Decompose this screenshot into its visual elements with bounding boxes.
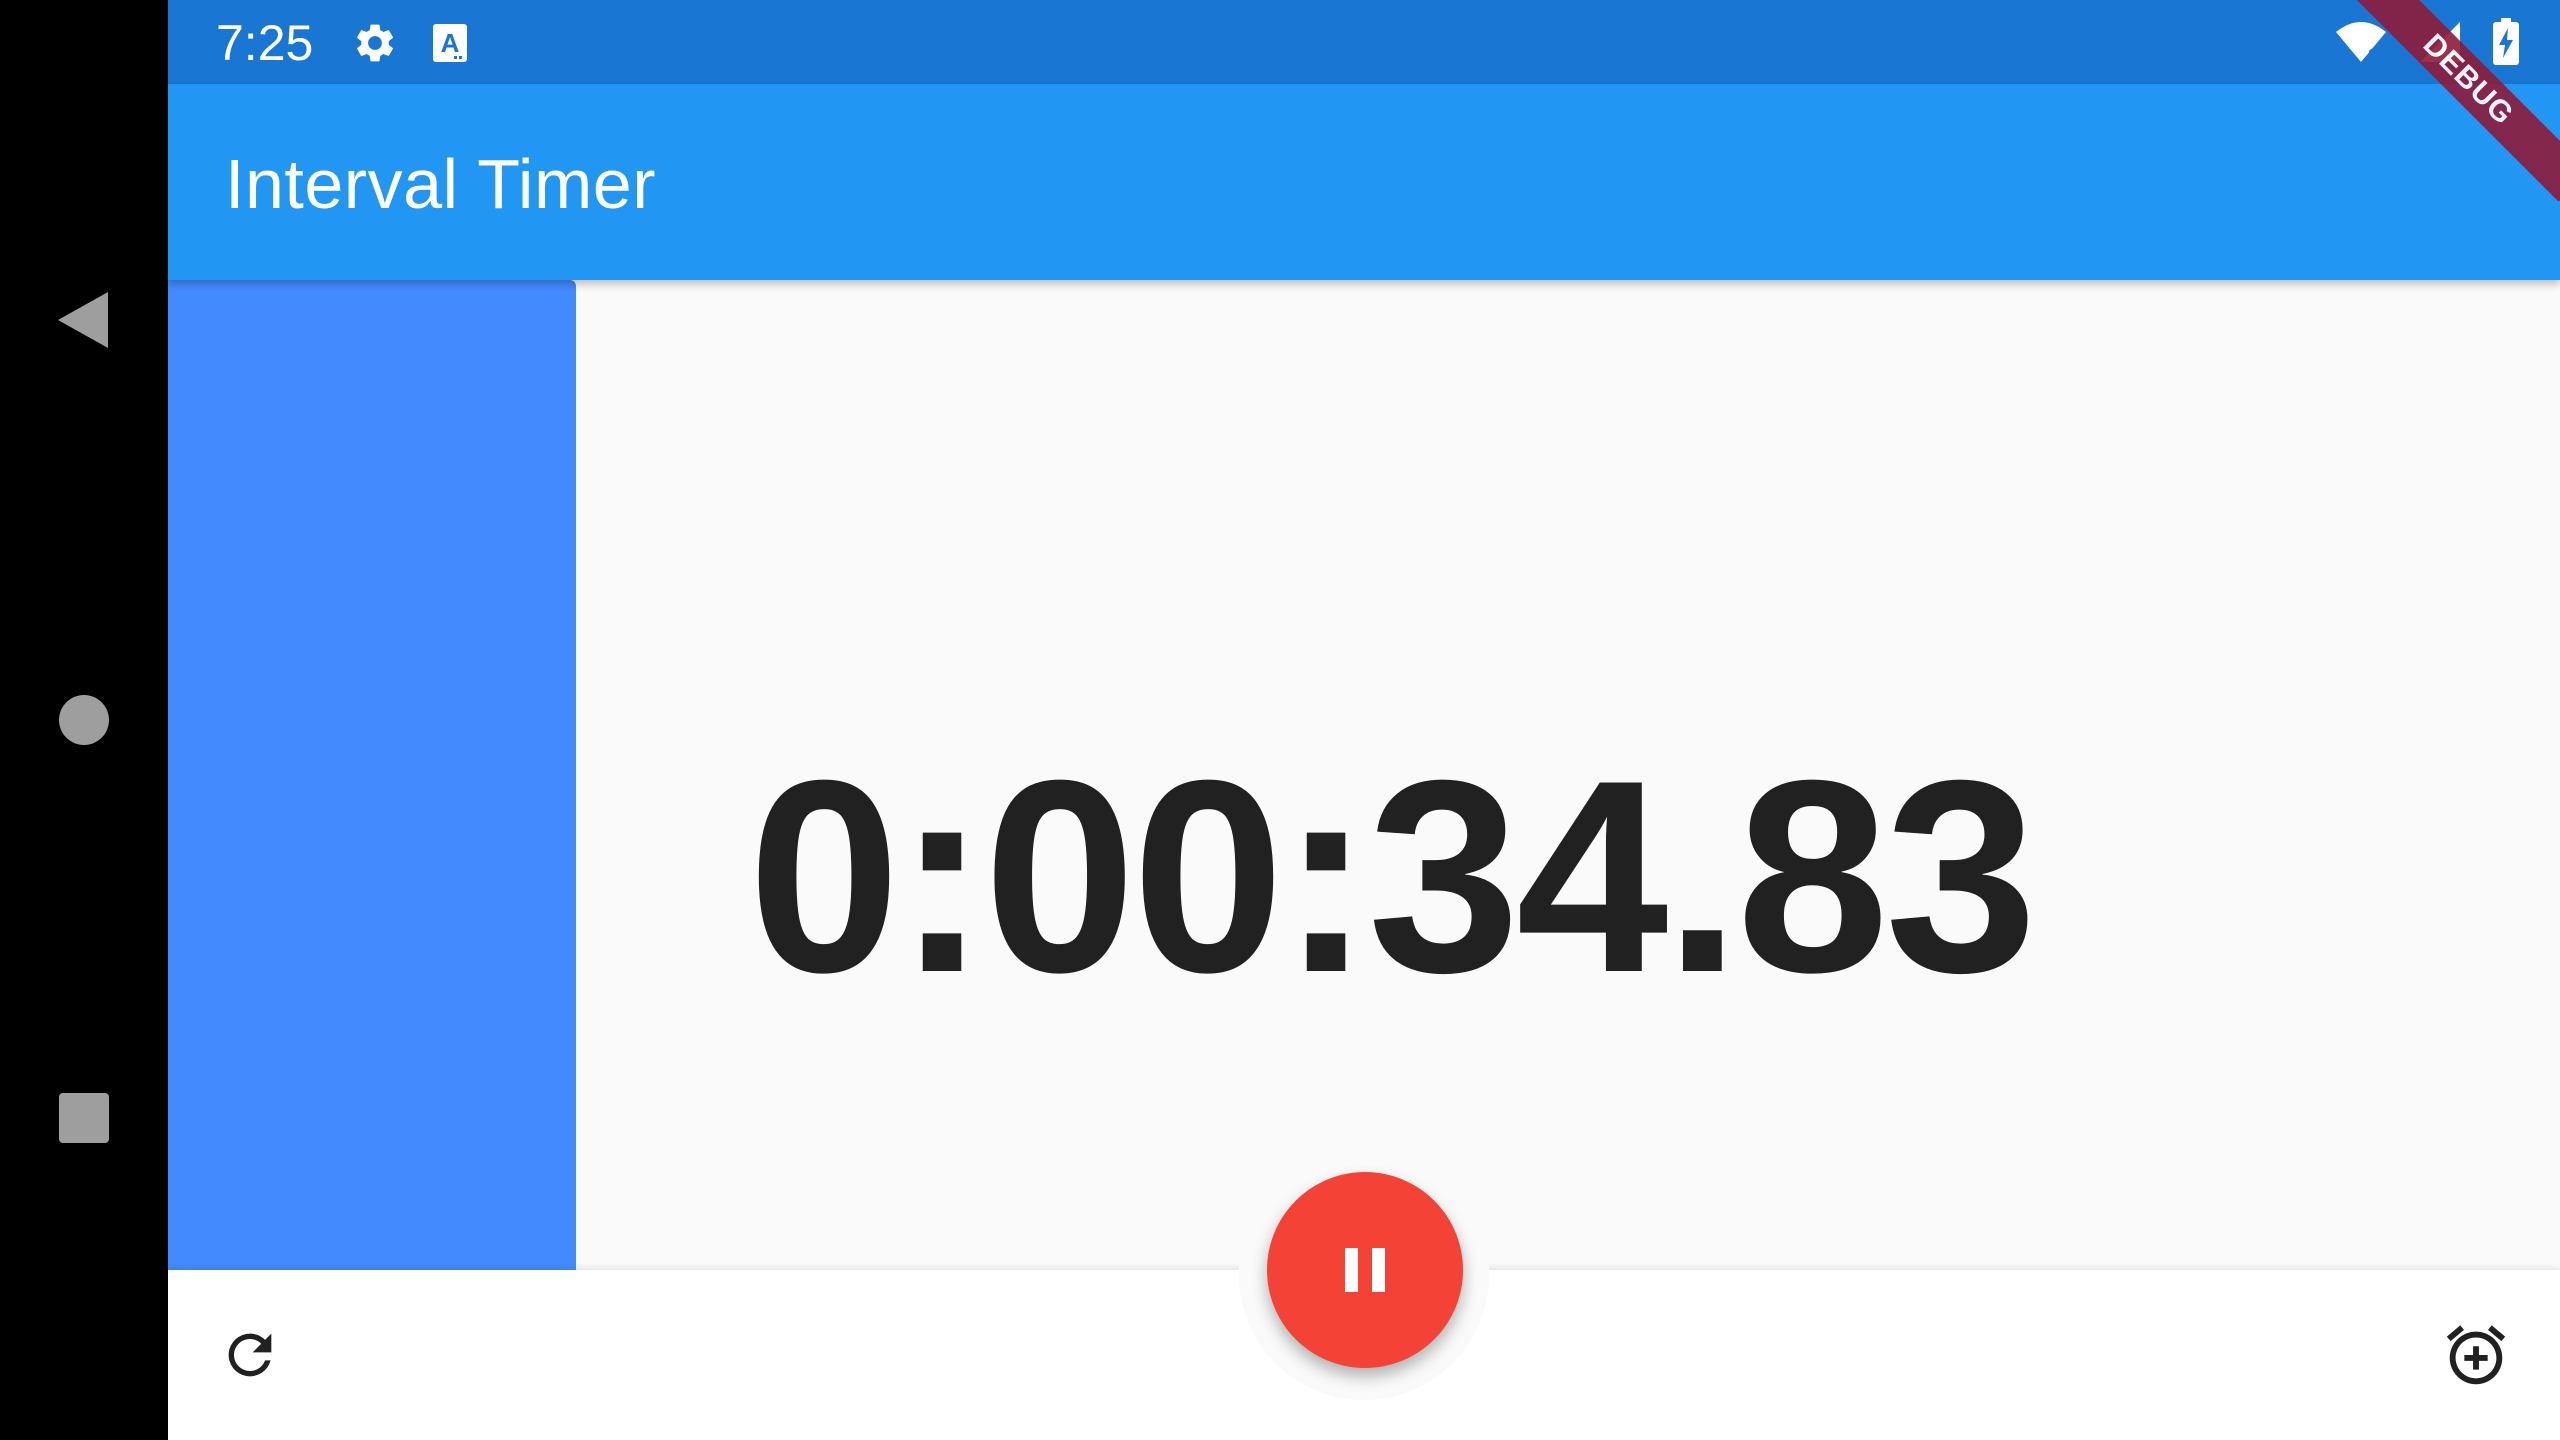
system-nav-bar: [0, 0, 168, 1440]
pause-icon: [1345, 1248, 1385, 1292]
app-title: Interval Timer: [225, 145, 656, 223]
keyboard-a-icon: A: [433, 24, 467, 62]
svg-text:A: A: [441, 28, 460, 58]
reset-icon: [228, 1333, 272, 1377]
nav-home-button[interactable]: [44, 680, 124, 760]
nav-back-button[interactable]: [44, 280, 124, 360]
wifi-icon: [2336, 22, 2386, 62]
recents-icon: [59, 1093, 109, 1143]
add-alarm-button[interactable]: [2436, 1315, 2516, 1395]
app-bar: Interval Timer: [168, 84, 2560, 280]
timer-display: 0:00:34.83: [748, 724, 2037, 1030]
device-screen: 7:25 A Interval Timer 0:00:34.83 DEBUG: [0, 0, 2560, 1440]
reset-button[interactable]: [210, 1315, 290, 1395]
back-icon: [58, 292, 108, 348]
app-window: 7:25 A Interval Timer 0:00:34.83 DEBUG: [168, 0, 2560, 1440]
interval-progress-panel: [168, 280, 576, 1270]
home-icon: [59, 695, 109, 745]
battery-charging-icon: [2493, 18, 2519, 65]
settings-icon: [357, 24, 393, 62]
nav-recents-button[interactable]: [44, 1078, 124, 1158]
status-bar: 7:25 A: [168, 0, 2560, 84]
add-alarm-icon: [2446, 1325, 2506, 1385]
status-left-icons: A: [352, 20, 468, 66]
pause-fab[interactable]: [1267, 1172, 1463, 1368]
status-time: 7:25: [216, 15, 314, 71]
timer-content: 0:00:34.83: [168, 280, 2560, 1270]
